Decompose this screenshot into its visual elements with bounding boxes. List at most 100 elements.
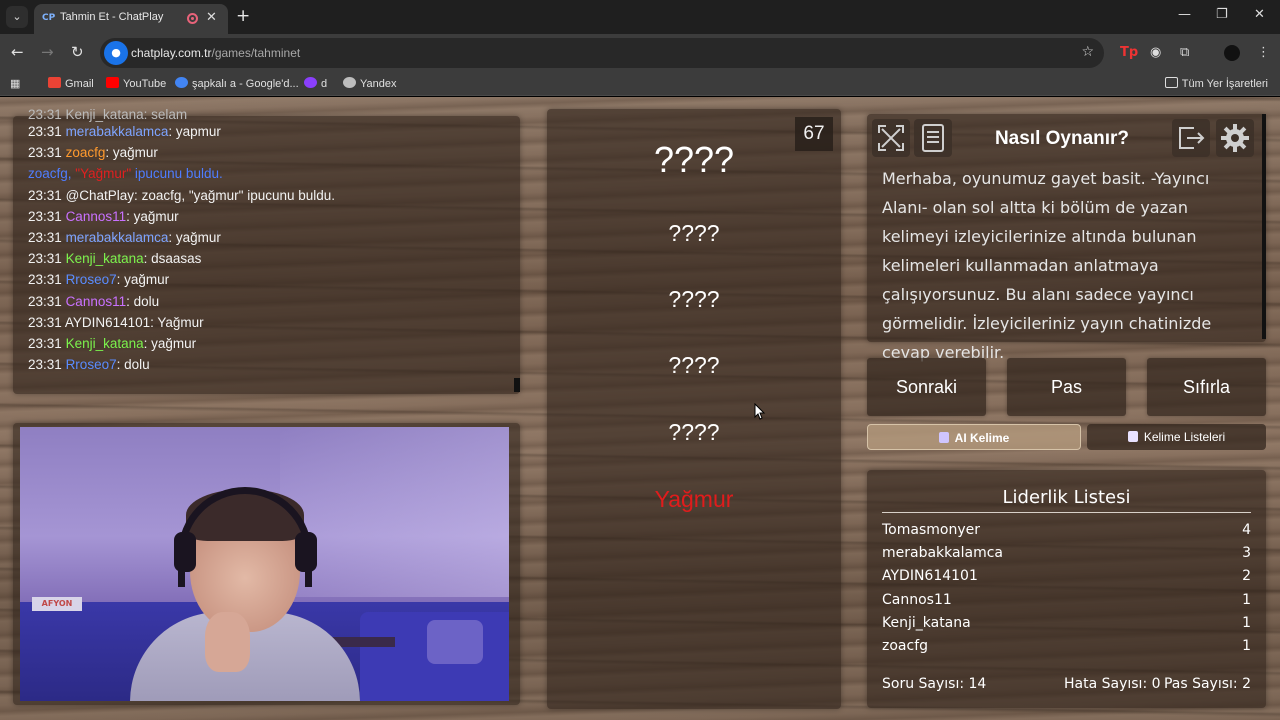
leaderboard-name: AYDIN614101: [882, 568, 978, 585]
bookmark-label: d: [321, 78, 328, 90]
chat-timestamp: 23:31: [28, 314, 62, 330]
how-to-play-text: Merhaba, oyunumuz gayet basit. -Yayıncı …: [882, 169, 1212, 362]
chat-username[interactable]: Rroseo7: [66, 357, 117, 372]
tab-word-lists-label: Kelime Listeleri: [1143, 430, 1226, 444]
gmail-icon: [48, 77, 61, 88]
chat-message: 23:31 Kenji_katana: yağmur: [28, 336, 197, 351]
chat-message-text: yağmur: [175, 230, 221, 245]
leaderboard-row: AYDIN614101 2: [882, 568, 1251, 588]
chat-message: 23:31 Kenji_katana: dsaasas: [28, 251, 202, 267]
chat-message-text: dsaasas: [151, 251, 202, 267]
pass-button[interactable]: Pas: [1007, 358, 1126, 416]
next-button[interactable]: Sonraki: [867, 358, 986, 416]
leaderboard-row: Kenji_katana 1: [882, 615, 1251, 635]
tab-title: Tahmin Et - ChatPlay: [60, 11, 164, 23]
webcam-video: AFYON: [20, 427, 509, 701]
leaderboard-score: 3: [1242, 545, 1251, 562]
chat-username[interactable]: @ChatPlay: [66, 188, 134, 203]
hidden-word-2: ????: [668, 286, 720, 312]
chat-panel[interactable]: 23:31 Kenji_katana: selam 23:31 merabakk…: [13, 107, 520, 394]
bookmark-label: Gmail: [65, 78, 94, 90]
hidden-word-1: ????: [668, 220, 720, 246]
revealed-word: Yağmur: [654, 486, 734, 512]
bookmark-google-search[interactable]: şapkalı a - Google'd...: [175, 77, 299, 90]
chat-message-text: yağmur: [133, 208, 179, 224]
tab-search-chevron-icon[interactable]: ⌄: [6, 6, 28, 28]
recording-icon: [187, 13, 198, 24]
leaderboard-row: zoacfg 1: [882, 638, 1251, 658]
globe-icon: [343, 77, 356, 88]
bookmark-youtube[interactable]: YouTube: [106, 77, 166, 90]
chat-username[interactable]: merabakkalamca: [66, 230, 169, 245]
leaderboard-name: zoacfg: [882, 638, 929, 654]
leaderboard-row: Tomasmonyer 4: [882, 522, 1251, 542]
bookmark-gmail[interactable]: Gmail: [48, 77, 94, 90]
restore-icon[interactable]: ❐: [1216, 7, 1228, 22]
all-bookmarks-folder[interactable]: Tüm Yer İşaretleri: [1164, 77, 1268, 90]
word-column: 67 ???? ???? ???? ???? ???? Yağmur: [547, 109, 841, 709]
reset-button[interactable]: Sıfırla: [1147, 358, 1266, 416]
how-to-play-panel: Nasıl Oynanır? Merhaba, oyunumuz gayet b…: [867, 114, 1266, 362]
leaderboard-name: Kenji_katana: [882, 614, 971, 631]
microphone-icon[interactable]: ●: [104, 41, 128, 65]
profile-avatar[interactable]: [1224, 45, 1240, 61]
chat-scrollbar[interactable]: [514, 378, 520, 392]
tab-strip: ⌄ CP Tahmin Et - ChatPlay ✕ + — ❐ ✕: [0, 0, 1280, 34]
chat-username[interactable]: Cannos11: [66, 294, 127, 309]
chat-timestamp: 23:31: [28, 251, 62, 267]
tab-word-lists[interactable]: Kelime Listeleri: [1087, 424, 1266, 450]
youtube-icon: [106, 77, 119, 88]
chat-username[interactable]: zoacfg,: [28, 166, 75, 181]
chat-username[interactable]: Kenji_katana: [66, 336, 144, 351]
url-path: /games/tahminet: [211, 46, 301, 60]
bookmark-yandex[interactable]: Yandex: [343, 77, 397, 90]
webcam-light: [280, 427, 509, 597]
chat-username[interactable]: Cannos11: [66, 209, 127, 224]
chat-username[interactable]: merabakkalamca: [66, 124, 169, 139]
google-icon: [175, 77, 188, 88]
bookmark-star-icon[interactable]: ☆: [1081, 44, 1094, 60]
window-close-icon[interactable]: ✕: [1254, 7, 1265, 22]
twitch-icon: [304, 77, 317, 88]
apps-grid-icon[interactable]: ▦: [10, 77, 20, 90]
extensions-puzzle-icon[interactable]: ⧉: [1180, 45, 1189, 60]
settings-gear-icon[interactable]: [1216, 119, 1254, 157]
list-icon: [1127, 431, 1138, 442]
bookmark-d[interactable]: d: [304, 77, 327, 90]
chat-hint-word: "Yağmur": [75, 166, 132, 182]
chat-username[interactable]: Rroseo7: [66, 272, 117, 287]
new-tab-plus-icon[interactable]: +: [236, 6, 250, 26]
chat-system-message: zoacfg, "Yağmur" ipucunu buldu.: [28, 166, 223, 181]
game-page: 23:31 Kenji_katana: selam 23:31 merabakk…: [0, 97, 1280, 720]
leaderboard-score: 4: [1242, 522, 1251, 538]
chat-message: 23:31 Rroseo7: dolu: [28, 357, 150, 373]
more-menu-icon[interactable]: ⋮: [1257, 45, 1270, 60]
forward-arrow-icon[interactable]: →: [41, 43, 54, 61]
leaderboard-divider: [882, 512, 1251, 513]
url-text[interactable]: chatplay.com.tr/games/tahminet: [131, 46, 300, 60]
address-bar[interactable]: ● chatplay.com.tr/games/tahminet ☆: [100, 38, 1104, 68]
leaderboard-panel: Liderlik Listesi Soru Sayısı: 14 Hata Sa…: [867, 470, 1266, 708]
chat-username[interactable]: Kenji_katana: [66, 251, 144, 266]
logout-icon[interactable]: [1172, 119, 1210, 157]
extension-face-icon[interactable]: ◉: [1150, 45, 1161, 60]
help-scrollbar[interactable]: [1262, 114, 1266, 339]
chat-username[interactable]: zoacfg: [66, 145, 106, 160]
chat-timestamp: 23:31: [28, 230, 62, 245]
close-tab-icon[interactable]: ✕: [206, 10, 217, 25]
reload-icon[interactable]: ↻: [71, 43, 84, 61]
tab-ai-word-label: AI Kelime: [954, 431, 1010, 445]
hidden-word-3: ????: [668, 352, 720, 378]
back-arrow-icon[interactable]: ←: [11, 43, 24, 61]
chat-message: 23:31 AYDIN614101: Yağmur: [28, 314, 204, 330]
minimize-icon[interactable]: —: [1178, 7, 1191, 22]
chat-username[interactable]: AYDIN614101: [65, 315, 150, 330]
chat-message-text: yağmur: [124, 272, 170, 288]
browser-tab[interactable]: CP Tahmin Et - ChatPlay ✕: [34, 4, 228, 34]
extension-tp-icon[interactable]: Tp: [1120, 45, 1138, 60]
folder-icon: [1164, 77, 1178, 88]
tab-ai-word[interactable]: AI Kelime: [867, 424, 1081, 450]
chat-message-text: zoacfg, "yağmur" ipucunu buldu.: [141, 187, 336, 203]
error-count: Hata Sayısı: 0: [1064, 676, 1161, 692]
chat-timestamp: 23:31: [28, 208, 62, 224]
